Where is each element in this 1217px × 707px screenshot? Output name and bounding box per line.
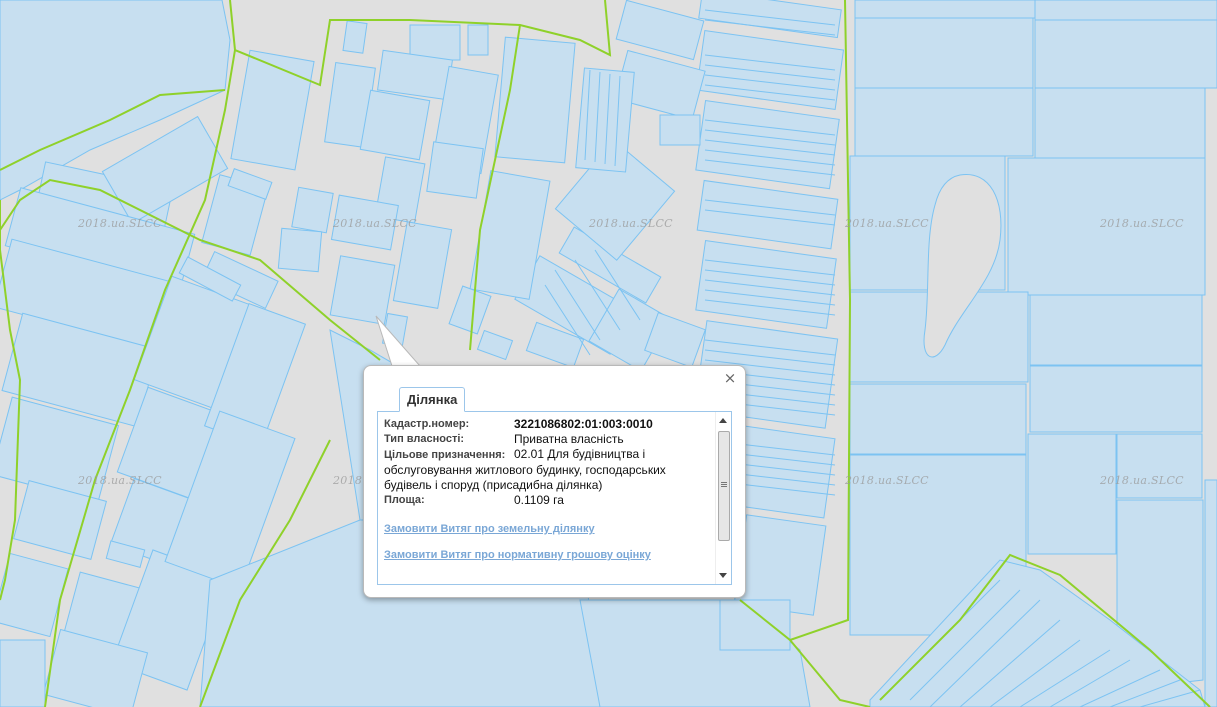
field-label: Тип власності: [384, 433, 465, 445]
parcel-fields: Кадастр.номер: 3221086802:01:003:0010 Ти… [384, 417, 714, 561]
watermark: 2018.ua.SLCC [845, 474, 929, 487]
field-cadastral-number: Кадастр.номер: 3221086802:01:003:0010 [384, 417, 714, 432]
watermark: 2018.ua.SLCC [78, 474, 162, 487]
field-purpose: Цільове призначення: 02.01 Для будівництв… [384, 447, 714, 493]
field-ownership-type: Тип власності: Приватна власність [384, 432, 714, 447]
parcel-info-panel: Кадастр.номер: 3221086802:01:003:0010 Ти… [377, 411, 732, 585]
grip-icon [721, 482, 727, 488]
field-value: 0.1109 га [514, 493, 564, 507]
order-valuation-extract-link[interactable]: Замовити Витяг про нормативну грошову оц… [384, 549, 714, 561]
field-value: 3221086802:01:003:0010 [514, 417, 653, 431]
order-land-extract-link[interactable]: Замовити Витяг про земельну ділянку [384, 523, 714, 535]
field-value: Приватна власність [514, 432, 624, 446]
tab-parcel[interactable]: Ділянка [399, 387, 466, 412]
scrollbar-thumb[interactable] [718, 431, 730, 541]
field-label: Кадастр.номер: [384, 418, 470, 430]
watermark: 2018.ua.SLCC [1100, 474, 1184, 487]
scroll-up-icon[interactable] [719, 418, 727, 423]
close-icon[interactable]: × [723, 371, 737, 386]
watermark: 2018.ua.SLCC [333, 217, 417, 230]
popup-pointer [375, 315, 422, 367]
watermark: 2018.ua.SLCC [78, 217, 162, 230]
parcel-info-popup: × Ділянка Кадастр.номер: 3221086802:01:0… [363, 365, 746, 598]
scrollbar[interactable] [715, 412, 731, 584]
watermark: 2018.ua.SLCC [1100, 217, 1184, 230]
watermark: 2018.ua.SLCC [845, 217, 929, 230]
scroll-down-icon[interactable] [719, 573, 727, 578]
field-area: Площа: 0.1109 га [384, 493, 714, 508]
field-label: Площа: [384, 494, 425, 506]
cadastral-map[interactable] [0, 0, 1217, 707]
field-label: Цільове призначення: [384, 449, 506, 461]
watermark: 2018.ua.SLCC [589, 217, 673, 230]
